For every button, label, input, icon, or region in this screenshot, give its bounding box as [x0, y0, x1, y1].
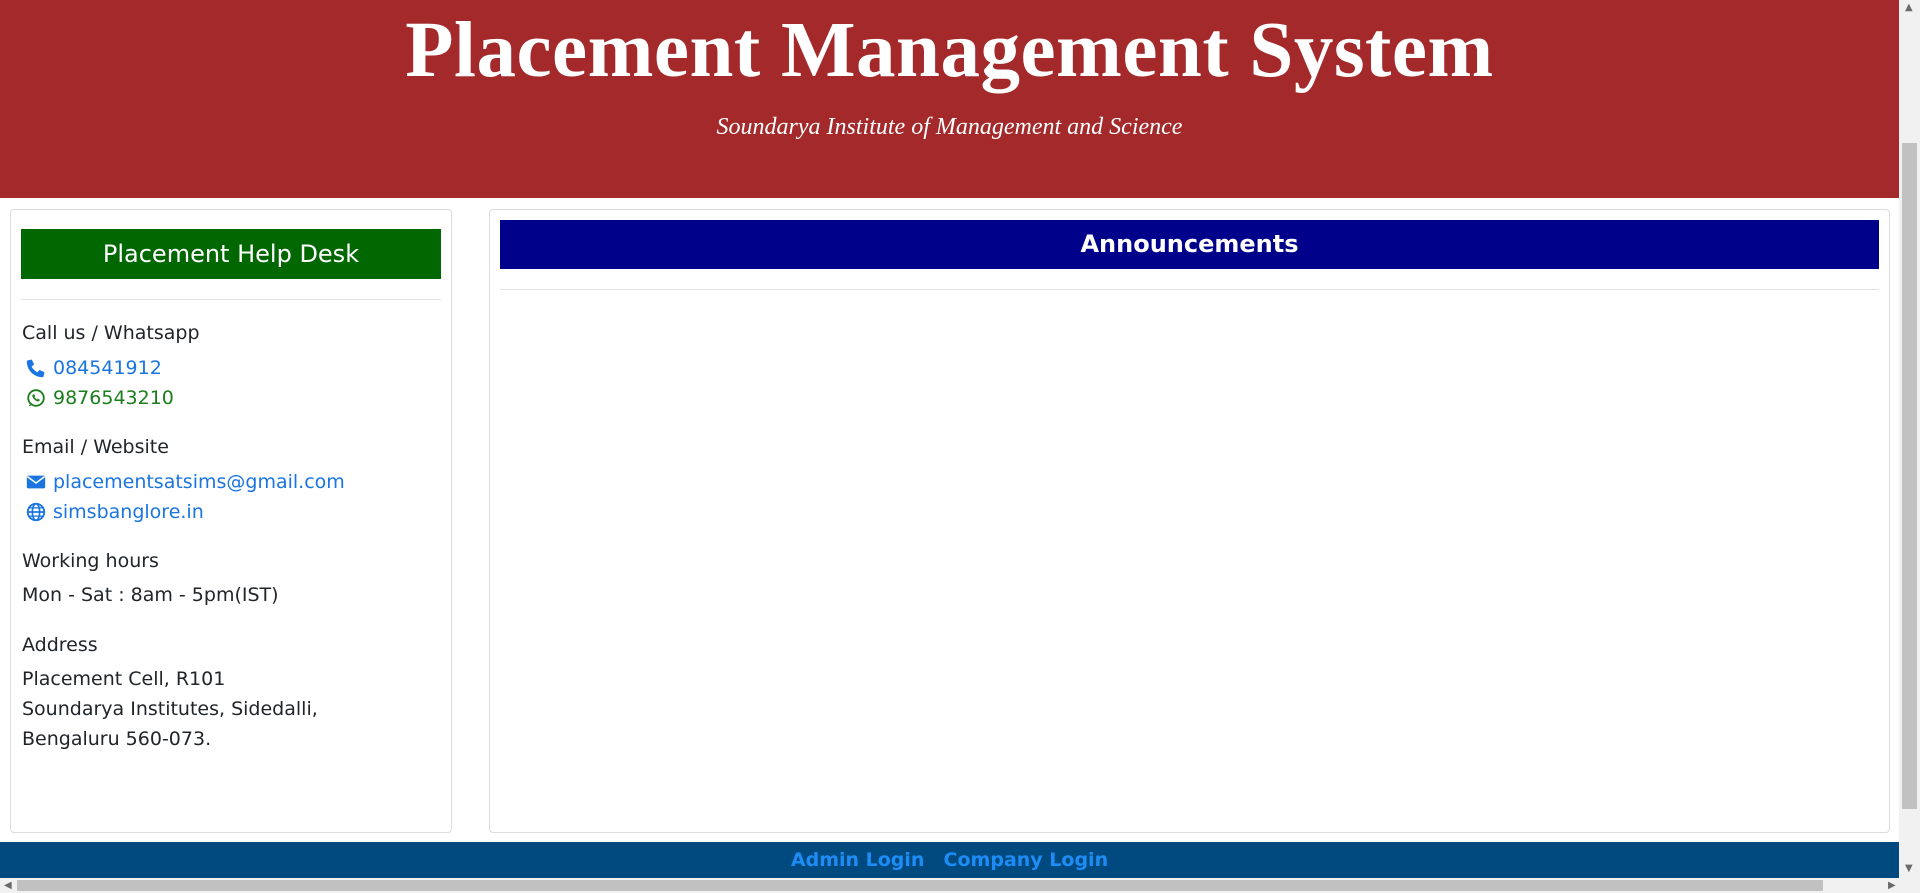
page-subtitle: Soundarya Institute of Management and Sc…	[716, 114, 1183, 140]
scroll-up-arrow-icon[interactable]: ▲	[1905, 3, 1913, 13]
email-link[interactable]: placementsatsims@gmail.com	[25, 471, 345, 493]
working-hours: Mon - Sat : 8am - 5pm(IST)	[22, 584, 279, 606]
phone-number[interactable]: 084541912	[53, 357, 162, 379]
whatsapp-number[interactable]: 9876543210	[53, 387, 174, 409]
scrollbar-thumb[interactable]	[17, 880, 1823, 891]
whatsapp-link[interactable]: 9876543210	[25, 387, 174, 409]
address-heading: Address	[22, 634, 98, 656]
address-line: Placement Cell, R101	[22, 668, 226, 690]
scroll-right-arrow-icon[interactable]: ▶	[1888, 881, 1896, 891]
address-line: Soundarya Institutes, Sidedalli,	[22, 698, 318, 720]
divider	[500, 289, 1879, 290]
address-line: Bengaluru 560-073.	[22, 728, 212, 750]
admin-login-link[interactable]: Admin Login	[791, 842, 925, 878]
envelope-icon	[26, 475, 46, 489]
email-address[interactable]: placementsatsims@gmail.com	[53, 471, 345, 493]
announcements-title: Announcements	[500, 220, 1879, 269]
footer: Admin Login Company Login	[0, 842, 1899, 878]
phone-link[interactable]: 084541912	[25, 357, 162, 379]
announcements-card: Announcements	[489, 209, 1890, 833]
website-link[interactable]: simsbanglore.in	[25, 501, 204, 523]
company-login-link[interactable]: Company Login	[944, 842, 1109, 878]
email-heading: Email / Website	[22, 436, 169, 458]
helpdesk-title: Placement Help Desk	[21, 229, 441, 279]
hours-heading: Working hours	[22, 550, 159, 572]
phone-icon	[26, 359, 45, 378]
helpdesk-card: Placement Help Desk Call us / Whatsapp 0…	[10, 209, 452, 833]
scrollbar-thumb[interactable]	[1902, 143, 1917, 809]
scroll-down-arrow-icon[interactable]: ▼	[1905, 864, 1913, 874]
horizontal-scrollbar[interactable]: ◀ ▶	[0, 878, 1920, 893]
page-title: Placement Management System	[405, 7, 1494, 94]
scroll-left-arrow-icon[interactable]: ◀	[4, 881, 12, 891]
website-url[interactable]: simsbanglore.in	[53, 501, 204, 523]
whatsapp-icon	[27, 389, 45, 407]
divider	[21, 299, 441, 300]
page-header: Placement Management System Soundarya In…	[0, 0, 1899, 198]
vertical-scrollbar[interactable]: ▲ ▼	[1899, 0, 1920, 878]
call-heading: Call us / Whatsapp	[22, 322, 200, 344]
globe-icon	[26, 502, 46, 522]
